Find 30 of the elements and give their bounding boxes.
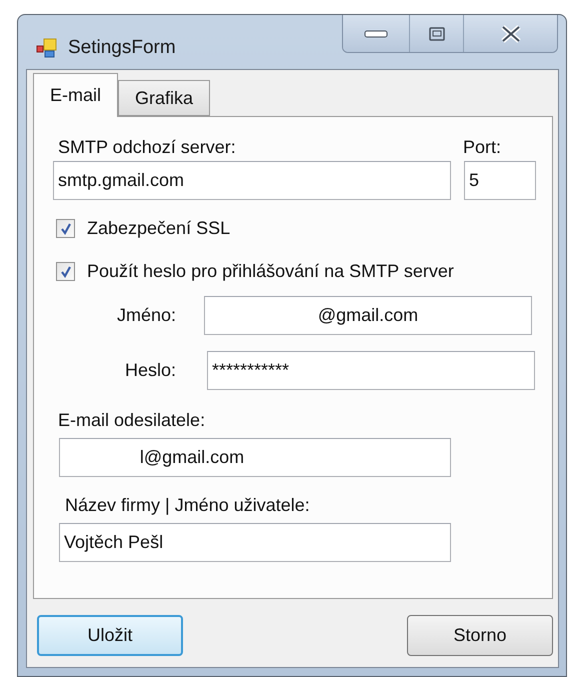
field-label: Heslo: (124, 360, 177, 381)
app-icon (36, 37, 58, 59)
checkbox[interactable] (56, 262, 75, 281)
maximize-button[interactable] (409, 15, 463, 52)
field-label: E-mail odesilatele: (58, 410, 206, 431)
input-field[interactable]: smtp.gmail.com (53, 161, 451, 200)
input-field[interactable]: Vojtěch Pešl (59, 523, 451, 562)
minimize-icon (364, 28, 388, 38)
maximize-icon (428, 26, 444, 40)
checkmark-icon (60, 266, 72, 278)
field-label: Název firmy | Jméno uživatele: (65, 495, 310, 516)
field-label: SMTP odchozí server: (58, 137, 237, 158)
field-label: Jméno: (116, 305, 177, 326)
save-button[interactable]: Uložit (37, 615, 183, 656)
minimize-button[interactable] (343, 15, 409, 52)
close-icon (500, 24, 522, 42)
checkbox-label: Použít heslo pro přihlášování na SMTP server (87, 261, 454, 282)
input-field[interactable]: 5 (464, 161, 536, 200)
input-field[interactable]: @gmail.com (204, 296, 532, 335)
input-field[interactable]: *********** (207, 351, 535, 390)
checkmark-icon (60, 222, 72, 234)
input-field[interactable]: l@gmail.com (59, 438, 451, 477)
field-label: Port: (463, 137, 502, 158)
close-button[interactable] (463, 15, 557, 52)
tab[interactable]: Grafika (118, 80, 210, 116)
checkbox-label: Zabezpečení SSL (87, 218, 230, 239)
checkbox[interactable] (56, 219, 75, 238)
window-title: SetingsForm (68, 37, 176, 59)
tab[interactable]: E-mail (33, 73, 118, 117)
cancel-button[interactable]: Storno (407, 615, 553, 656)
